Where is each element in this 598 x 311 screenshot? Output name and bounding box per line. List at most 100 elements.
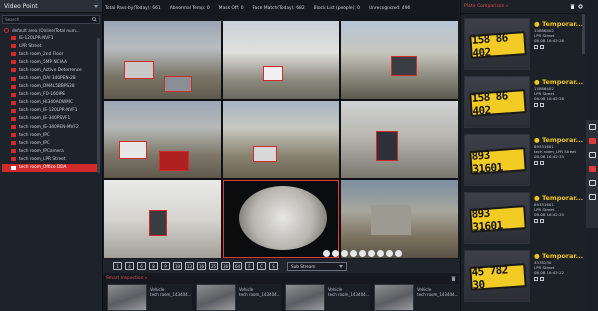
trash-icon[interactable] <box>451 276 456 281</box>
plate-card[interactable]: 45 782 30 ● Temporar... 4578230 LPR Street 0… <box>464 250 586 302</box>
plate-status-text: Temporar... <box>541 78 584 86</box>
search-icon[interactable] <box>92 17 97 22</box>
snapshot-icon[interactable] <box>323 249 330 257</box>
stat-abnormal-temp: Abnormal Temp: 0 <box>169 6 210 11</box>
plate-card[interactable]: 893 31601 ● Temporar... 89331601 LPR Street… <box>464 192 586 244</box>
tree-item-camera[interactable]: tech room_Office DDA <box>2 163 97 172</box>
tree-item-label: tech room_2nd Floor <box>19 51 64 57</box>
gear-icon[interactable] <box>578 4 583 9</box>
tree-item-camera[interactable]: tech room_IE-340PSVF1 <box>2 115 102 123</box>
chat-icon[interactable] <box>588 180 596 186</box>
alarm-icon[interactable] <box>588 138 596 144</box>
details-icon[interactable] <box>534 160 538 165</box>
layout-button[interactable]: 1 <box>113 262 122 270</box>
layout-button[interactable]: 36 <box>221 262 230 270</box>
layout-button[interactable]: S <box>269 262 278 270</box>
chevron-down-icon[interactable] <box>94 4 98 8</box>
video-cell[interactable] <box>104 100 221 179</box>
tree-root[interactable]: default area (Online/Total num... <box>2 26 102 34</box>
video-cell[interactable] <box>341 21 458 99</box>
tree-item-camera[interactable]: tech room_5MP NCIAA <box>2 58 102 66</box>
tree-item-camera[interactable]: tech room_IPCamera <box>2 147 102 155</box>
plate-status-text: Temporar... <box>541 136 584 144</box>
details-icon[interactable] <box>534 44 538 49</box>
video-cell[interactable] <box>222 21 340 99</box>
tree-item-camera[interactable]: tech room_HI340AOWMC <box>2 99 102 107</box>
list-icon[interactable] <box>588 152 596 158</box>
video-cell[interactable] <box>104 21 221 99</box>
tree-item-camera[interactable]: tech room_IPC <box>2 139 102 147</box>
layout-button[interactable]: 25 <box>209 262 218 270</box>
device-tree-panel: Video Point Search default area (Online/… <box>0 0 103 311</box>
tree-item-camera[interactable]: tech room_IE-340PEN-MVF2 <box>2 123 102 131</box>
playback-icon[interactable] <box>540 276 544 281</box>
details-icon[interactable] <box>534 218 538 223</box>
ptz-icon[interactable] <box>359 249 366 257</box>
video-cell[interactable] <box>104 180 221 258</box>
video-cell[interactable] <box>222 100 340 179</box>
camera-icon <box>11 76 16 81</box>
record-icon[interactable] <box>332 249 339 257</box>
layout-button[interactable]: 64 <box>233 262 242 270</box>
search-input[interactable]: Search <box>2 15 100 24</box>
fullscreen-icon[interactable] <box>386 249 393 257</box>
panel-header: Video Point <box>0 0 102 13</box>
face-icon[interactable] <box>588 166 596 172</box>
plate-status-text: Temporar... <box>541 194 584 202</box>
tree-item-camera[interactable]: tech room_Active Deterrence <box>2 66 102 74</box>
layout-button[interactable]: 13 <box>185 262 194 270</box>
layout-button[interactable]: 10 <box>173 262 182 270</box>
zoom-in-icon[interactable] <box>368 249 375 257</box>
scrollbar[interactable] <box>97 38 100 173</box>
video-cell[interactable] <box>341 180 458 258</box>
inspection-card[interactable]: Vehicle tech room_143404... <box>107 284 192 311</box>
trash-icon[interactable] <box>570 4 575 9</box>
layout-button[interactable]: 16 <box>197 262 206 270</box>
tree-item-label: tech room_IPC <box>19 140 50 146</box>
tree-item-camera[interactable]: LPR Street <box>2 42 102 50</box>
layout-button[interactable]: 8 <box>149 262 158 270</box>
layout-button[interactable]: 6 <box>137 262 146 270</box>
plate-snapshot: 158 86 402 <box>464 76 530 128</box>
tree-item-camera[interactable]: tech room_DM4L5BBPS28 <box>2 83 102 91</box>
audio-icon[interactable] <box>341 249 348 257</box>
layout-button[interactable]: F <box>245 262 254 270</box>
stream-select[interactable]: Sub Stream <box>287 261 347 271</box>
inspection-card[interactable]: Vehicle tech room_143404... <box>285 284 370 311</box>
area-icon <box>4 27 9 33</box>
video-cell[interactable] <box>341 100 458 179</box>
scrollbar[interactable] <box>582 14 585 54</box>
stats-bar: Total Pass-by(Today): 661 Abnormal Temp:… <box>103 0 459 17</box>
tree-item-camera[interactable]: IE-120LPR-NVF1 <box>2 34 102 42</box>
layout-button[interactable]: 9 <box>161 262 170 270</box>
tree-item-camera[interactable]: tech room_IE-120LPR-NVF1 <box>2 107 102 115</box>
tree-item-camera[interactable]: tech room_2nd Floor <box>2 50 102 58</box>
details-icon[interactable] <box>534 276 538 281</box>
zoom-out-icon[interactable] <box>377 249 384 257</box>
plate-card[interactable]: 158 86 402 ● Temporar... 15886402 LPR Stree… <box>464 18 586 70</box>
tree-item-camera[interactable]: tech room_IPC <box>2 131 102 139</box>
inspection-card[interactable]: Vehicle tech room_143404... <box>196 284 281 311</box>
layout-button[interactable]: C <box>257 262 266 270</box>
tree-item-camera[interactable]: tech room_LPR Street <box>2 155 102 163</box>
playback-icon[interactable] <box>540 218 544 223</box>
video-icon[interactable] <box>588 124 596 130</box>
plate-card[interactable]: 158 86 402 ● Temporar... 15886402 LPR Stree… <box>464 76 586 128</box>
video-cell-fisheye[interactable] <box>222 180 340 258</box>
details-icon[interactable] <box>534 102 538 107</box>
plate-snapshot: 893 31601 <box>464 192 530 244</box>
playback-icon[interactable] <box>540 44 544 49</box>
camera-icon[interactable] <box>350 249 357 257</box>
inspection-thumbnail <box>107 284 147 311</box>
plate-info: ● Temporar... 15886402 LPR Street 08-08 16:… <box>534 76 586 128</box>
layout-button[interactable]: 4 <box>125 262 134 270</box>
playback-icon[interactable] <box>540 102 544 107</box>
playback-icon[interactable] <box>540 160 544 165</box>
settings-icon[interactable] <box>588 194 596 200</box>
inspection-card[interactable]: Vehicle tech room_143404... <box>374 284 459 311</box>
tree-item-camera[interactable]: tech room_FD-160IPE <box>2 91 102 99</box>
plate-card[interactable]: 893 31601 ● Temporar... 89331601 tech room_… <box>464 134 586 186</box>
close-icon[interactable] <box>395 249 402 257</box>
tree-item-camera[interactable]: tech room_DAI 340PEN-28 <box>2 74 102 82</box>
app-root: Video Point Search default area (Online/… <box>0 0 598 311</box>
